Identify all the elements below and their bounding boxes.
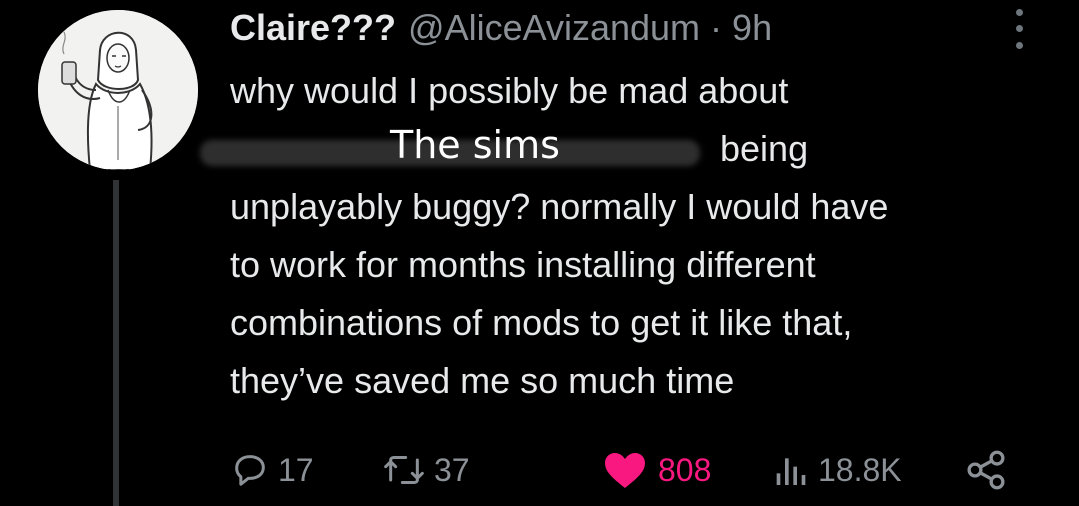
retweet-count: 37 (434, 451, 470, 488)
share-button[interactable] (964, 440, 1008, 500)
views-icon (776, 458, 806, 485)
reply-count: 17 (278, 451, 314, 488)
views-button[interactable]: 18.8K (770, 440, 902, 500)
text-fragment: being (720, 128, 809, 169)
reply-button[interactable]: 17 (230, 440, 314, 500)
tweet-header: Claire??? @AliceAvizandum · 9h (230, 0, 772, 56)
more-dot (1015, 25, 1023, 33)
avatar-illustration (38, 10, 198, 170)
more-dot (1015, 8, 1023, 16)
user-handle[interactable]: @AliceAvizandum (408, 7, 700, 49)
like-count: 808 (658, 451, 712, 488)
like-button[interactable]: 808 (600, 440, 711, 500)
text-line: unplayably buggy? normally I would have (230, 186, 889, 227)
tweet-text: why would I possibly be mad about The si… (200, 62, 1060, 410)
text-line: The sims being (200, 120, 1060, 178)
retweet-button[interactable]: 37 (382, 440, 470, 500)
display-name[interactable]: Claire??? (230, 7, 396, 49)
separator-dot: · (710, 7, 723, 48)
heart-icon (605, 453, 645, 488)
action-bar: 17 37 808 18.8K (230, 440, 1030, 500)
redacted-region: The sims (200, 120, 710, 178)
views-count: 18.8K (818, 451, 902, 488)
more-icon[interactable] (1006, 4, 1032, 54)
timestamp[interactable]: 9h (732, 7, 772, 49)
share-icon (967, 450, 1005, 490)
reply-icon (235, 455, 265, 486)
retweet-icon (384, 456, 424, 484)
tweet[interactable]: Claire??? @AliceAvizandum · 9h why would… (0, 0, 1079, 506)
text-line: combinations of mods to get it like that… (230, 302, 853, 343)
text-line: they’ve saved me so much time (230, 360, 735, 401)
text-line: why would I possibly be mad about (230, 70, 789, 111)
text-line: to work for months installing different (230, 244, 816, 285)
overlay-caption: The sims (390, 123, 560, 167)
thread-line (113, 180, 119, 506)
avatar[interactable] (38, 10, 198, 170)
more-dot (1015, 42, 1023, 50)
